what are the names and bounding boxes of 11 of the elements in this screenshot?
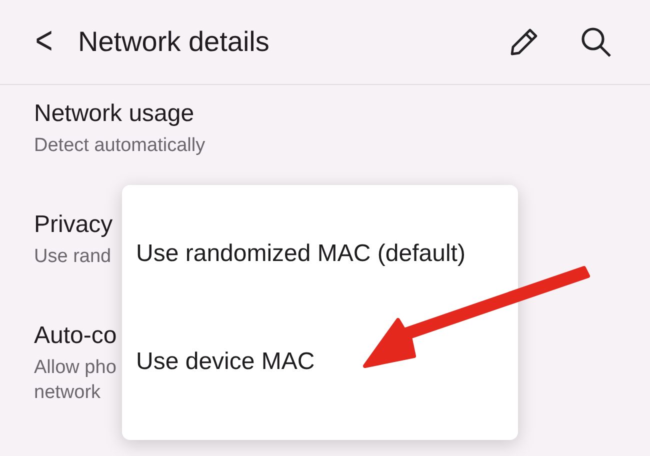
- back-button[interactable]: <: [32, 22, 56, 62]
- setting-title: Privacy: [34, 210, 113, 240]
- setting-subtitle: Allow pho: [34, 356, 116, 380]
- setting-title: Auto-co: [34, 321, 117, 351]
- menu-option[interactable]: Use randomized MAC (default): [122, 200, 518, 308]
- setting-subtitle: network: [34, 381, 101, 405]
- setting-subtitle: Use rand: [34, 245, 112, 269]
- setting-subtitle: Detect automatically: [34, 134, 206, 158]
- window-title: Network details: [78, 26, 270, 58]
- menu-option[interactable]: Use device MAC: [122, 308, 518, 416]
- setting-title: Network usage: [34, 99, 194, 129]
